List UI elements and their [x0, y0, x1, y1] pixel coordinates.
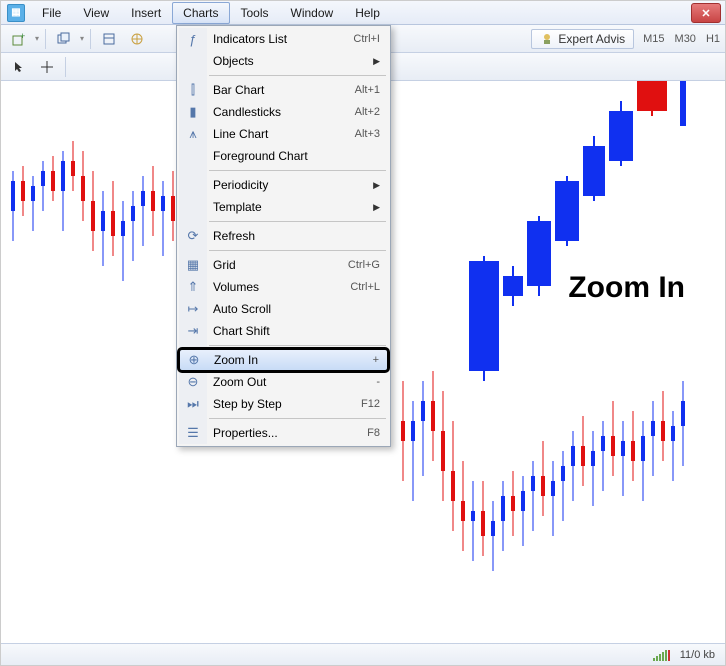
- menubar: ▦ FileViewInsertChartsToolsWindowHelp: [1, 1, 725, 25]
- menu-item-label: Bar Chart: [207, 83, 355, 97]
- menu-item-label: Volumes: [207, 280, 350, 294]
- new-chart-button[interactable]: +: [7, 28, 31, 50]
- menu-item-shortcut: Alt+3: [355, 128, 380, 140]
- menu-item-label: Refresh: [207, 229, 380, 243]
- volumes-icon: ⇑: [179, 276, 207, 298]
- zoom-out-icon: ⊖: [179, 371, 207, 393]
- blank-icon: [179, 50, 207, 72]
- menu-charts[interactable]: Charts: [172, 2, 229, 24]
- menu-help[interactable]: Help: [344, 2, 391, 24]
- svg-text:+: +: [20, 32, 25, 41]
- menu-item-objects[interactable]: Objects▶: [179, 50, 388, 72]
- menu-separator: [209, 221, 386, 222]
- menu-item-label: Template: [207, 200, 367, 214]
- status-bar: 11/0 kb: [1, 643, 725, 665]
- timeframe-h1[interactable]: H1: [701, 31, 725, 47]
- window-close-button[interactable]: ✕: [691, 3, 721, 23]
- properties-icon: ☰: [179, 422, 207, 444]
- menu-item-label: Auto Scroll: [207, 302, 380, 316]
- menu-item-label: Candlesticks: [207, 105, 355, 119]
- menu-item-template[interactable]: Template▶: [179, 196, 388, 218]
- menu-insert[interactable]: Insert: [120, 2, 172, 24]
- menu-item-label: Step by Step: [207, 397, 361, 411]
- menu-item-properties[interactable]: ☰Properties...F8: [179, 422, 388, 444]
- menu-item-bar-chart[interactable]: ⫿Bar ChartAlt+1: [179, 79, 388, 101]
- status-kb: 11/0 kb: [680, 649, 715, 661]
- submenu-arrow-icon: ▶: [367, 202, 380, 213]
- blank-icon: [179, 196, 207, 218]
- expert-advisors-button[interactable]: Expert Advis: [531, 29, 634, 49]
- blank-icon: [179, 145, 207, 167]
- zoom-in-icon: ⊕: [180, 349, 208, 371]
- menu-item-shortcut: -: [376, 376, 380, 388]
- menu-separator: [209, 345, 386, 346]
- cursor-tool[interactable]: [7, 56, 31, 78]
- menu-item-shortcut: F12: [361, 398, 380, 410]
- menu-file[interactable]: File: [31, 2, 72, 24]
- menu-item-shortcut: Ctrl+G: [348, 259, 380, 271]
- menu-item-chart-shift[interactable]: ⇥Chart Shift: [179, 320, 388, 342]
- menu-item-zoom-in[interactable]: ⊕Zoom In+: [179, 349, 388, 371]
- chartshift-icon: ⇥: [179, 320, 207, 342]
- menu-item-auto-scroll[interactable]: ↦Auto Scroll: [179, 298, 388, 320]
- menu-item-label: Zoom Out: [207, 375, 376, 389]
- charts-menu-dropdown: ƒIndicators ListCtrl+IObjects▶⫿Bar Chart…: [176, 25, 391, 447]
- menu-item-label: Zoom In: [208, 353, 373, 367]
- indicators-icon: ƒ: [179, 28, 207, 50]
- menu-view[interactable]: View: [72, 2, 120, 24]
- crosshair-tool[interactable]: [35, 56, 59, 78]
- menu-item-label: Properties...: [207, 426, 367, 440]
- menu-item-candlesticks[interactable]: ▮CandlesticksAlt+2: [179, 101, 388, 123]
- profiles-button[interactable]: [52, 28, 76, 50]
- timeframe-m30[interactable]: M30: [670, 31, 701, 47]
- bar-chart-icon: ⫿: [179, 79, 207, 101]
- menu-item-grid[interactable]: ▦GridCtrl+G: [179, 254, 388, 276]
- menu-window[interactable]: Window: [280, 2, 345, 24]
- expert-advisors-label: Expert Advis: [558, 32, 625, 46]
- menu-item-shortcut: +: [373, 354, 379, 366]
- menu-item-zoom-out[interactable]: ⊖Zoom Out-: [179, 371, 388, 393]
- timeframe-m15[interactable]: M15: [638, 31, 669, 47]
- refresh-icon: ⟳: [179, 225, 207, 247]
- menu-item-foreground-chart[interactable]: Foreground Chart: [179, 145, 388, 167]
- menu-item-label: Objects: [207, 54, 367, 68]
- submenu-arrow-icon: ▶: [367, 180, 380, 191]
- menu-item-line-chart[interactable]: ⩚Line ChartAlt+3: [179, 123, 388, 145]
- menu-tools[interactable]: Tools: [230, 2, 280, 24]
- app-icon: ▦: [7, 4, 25, 22]
- submenu-arrow-icon: ▶: [367, 56, 380, 67]
- menu-item-shortcut: Alt+1: [355, 84, 380, 96]
- expert-icon: [540, 32, 554, 46]
- menu-item-label: Chart Shift: [207, 324, 380, 338]
- menu-item-label: Indicators List: [207, 32, 353, 46]
- menu-separator: [209, 250, 386, 251]
- menu-separator: [209, 418, 386, 419]
- menu-item-indicators-list[interactable]: ƒIndicators ListCtrl+I: [179, 28, 388, 50]
- candlestick-icon: ▮: [179, 101, 207, 123]
- menu-item-periodicity[interactable]: Periodicity▶: [179, 174, 388, 196]
- menu-item-shortcut: Ctrl+I: [353, 33, 380, 45]
- annotation-zoom-in: Zoom In: [568, 271, 685, 305]
- menu-item-label: Periodicity: [207, 178, 367, 192]
- menu-item-refresh[interactable]: ⟳Refresh: [179, 225, 388, 247]
- connection-signal-icon: [653, 649, 670, 661]
- menu-separator: [209, 75, 386, 76]
- menu-separator: [209, 170, 386, 171]
- menu-item-label: Line Chart: [207, 127, 355, 141]
- menu-item-step-by-step[interactable]: ⏭Step by StepF12: [179, 393, 388, 415]
- blank-icon: [179, 174, 207, 196]
- menu-item-shortcut: Alt+2: [355, 106, 380, 118]
- step-icon: ⏭: [179, 393, 207, 415]
- grid-icon: ▦: [179, 254, 207, 276]
- menu-item-shortcut: F8: [367, 427, 380, 439]
- navigator-button[interactable]: [125, 28, 149, 50]
- menu-item-label: Grid: [207, 258, 348, 272]
- menu-item-shortcut: Ctrl+L: [350, 281, 380, 293]
- market-watch-button[interactable]: [97, 28, 121, 50]
- autoscroll-icon: ↦: [179, 298, 207, 320]
- menu-item-label: Foreground Chart: [207, 149, 380, 163]
- line-chart-icon: ⩚: [179, 123, 207, 145]
- menu-item-volumes[interactable]: ⇑VolumesCtrl+L: [179, 276, 388, 298]
